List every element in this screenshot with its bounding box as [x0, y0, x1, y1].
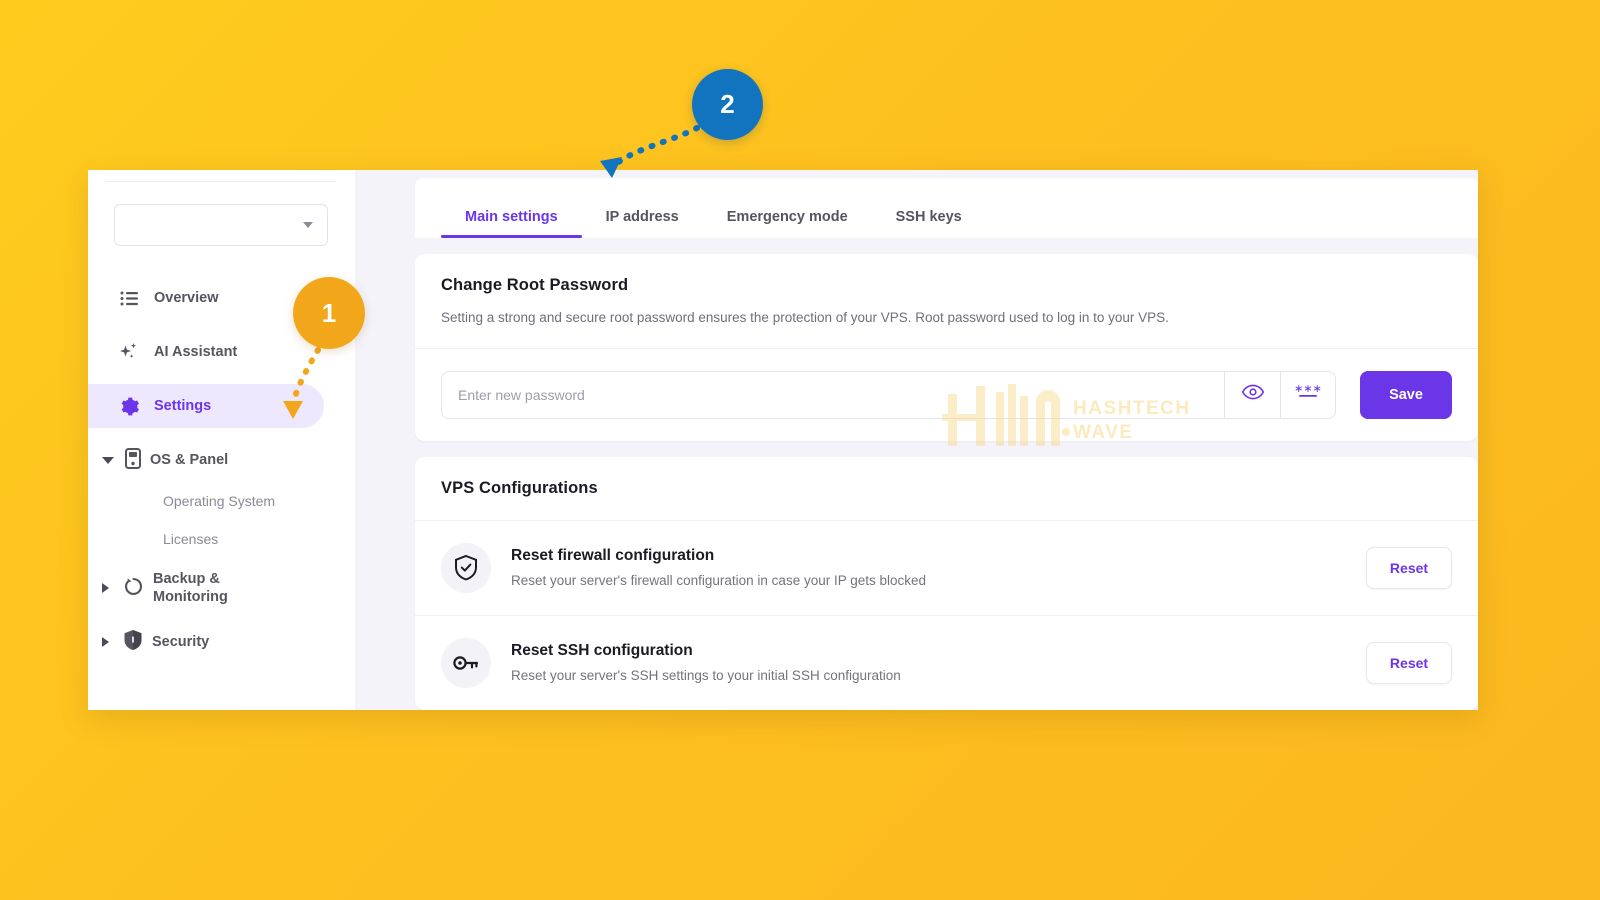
annotation-marker-1: 1: [293, 277, 365, 349]
generate-password-button[interactable]: ∗∗∗: [1280, 370, 1336, 419]
sidebar-item-label: Overview: [154, 290, 219, 306]
config-title: Reset firewall configuration: [511, 547, 715, 565]
password-row: ∗∗∗ Save: [415, 349, 1478, 441]
tab-label: Emergency mode: [726, 209, 848, 225]
tab-label: IP address: [605, 209, 679, 225]
server-select[interactable]: [114, 204, 328, 246]
key-icon: [441, 637, 491, 688]
annotation-marker-label: 2: [720, 89, 735, 119]
tab-main-settings[interactable]: Main settings: [441, 209, 582, 238]
tab-ip-address[interactable]: IP address: [582, 209, 703, 238]
sidebar: Overview AI Assistant Settings OS & Pane…: [88, 170, 355, 710]
reset-firewall-button[interactable]: Reset: [1366, 546, 1452, 589]
card-title: Change Root Password: [441, 276, 629, 294]
server-icon: [125, 447, 141, 473]
tab-bar: Main settings IP address Emergency mode …: [415, 178, 1478, 238]
chevron-down-icon: [102, 456, 114, 464]
password-input-wrapper: [441, 370, 1224, 419]
sidebar-group-os-panel[interactable]: OS & Panel: [88, 438, 354, 482]
chevron-right-icon: [102, 583, 112, 593]
shield-check-icon: [441, 542, 491, 593]
config-description: Reset your server's firewall configurati…: [511, 573, 927, 589]
tab-label: SSH keys: [895, 209, 962, 225]
sparkle-icon: [118, 341, 140, 363]
sidebar-group-backup-monitoring[interactable]: Backup & Monitoring: [88, 566, 354, 610]
refresh-icon: [123, 576, 144, 601]
change-root-password-card: Change Root Password Setting a strong an…: [415, 254, 1478, 441]
sidebar-group-label: Backup & Monitoring: [153, 570, 228, 605]
sidebar-subitem-label: Licenses: [163, 531, 219, 547]
chevron-down-icon: [303, 222, 313, 228]
toggle-password-visibility-button[interactable]: [1224, 370, 1280, 419]
config-title: Reset SSH configuration: [511, 642, 693, 660]
config-row-ssh: Reset SSH configuration Reset your serve…: [415, 616, 1478, 710]
list-icon: [118, 287, 140, 309]
config-row-firewall: Reset firewall configuration Reset your …: [415, 521, 1478, 615]
sidebar-item-settings[interactable]: Settings: [88, 384, 324, 428]
password-input[interactable]: [458, 386, 1208, 403]
sidebar-item-label: AI Assistant: [154, 344, 238, 360]
eye-icon: [1241, 384, 1264, 405]
sidebar-item-label: Settings: [154, 398, 212, 414]
chevron-right-icon: [102, 637, 112, 647]
tab-ssh-keys[interactable]: SSH keys: [872, 209, 986, 238]
annotation-arrow-2-line: [611, 125, 700, 169]
main-content: Main settings IP address Emergency mode …: [355, 170, 1478, 710]
reset-ssh-button[interactable]: Reset: [1366, 641, 1452, 684]
sidebar-subitem-label: Operating System: [163, 493, 276, 509]
tab-emergency-mode[interactable]: Emergency mode: [703, 209, 872, 238]
sidebar-group-label: OS & Panel: [150, 451, 229, 468]
sidebar-subitem-operating-system[interactable]: Operating System: [88, 482, 354, 520]
save-button[interactable]: Save: [1360, 370, 1452, 419]
gear-icon: [118, 395, 140, 417]
card-description: Setting a strong and secure root passwor…: [441, 310, 1169, 325]
annotation-marker-label: 1: [321, 297, 337, 328]
sidebar-group-label: Security: [152, 633, 210, 650]
card-title: VPS Configurations: [441, 478, 598, 497]
shield-icon: [123, 629, 143, 655]
app-window: Overview AI Assistant Settings OS & Pane…: [88, 170, 1478, 710]
vps-configurations-card: VPS Configurations Reset firewall config…: [415, 456, 1478, 710]
sidebar-subitem-licenses[interactable]: Licenses: [88, 520, 354, 558]
sidebar-divider: [106, 181, 336, 182]
annotation-marker-2: 2: [692, 69, 763, 140]
generate-password-icon: ∗∗∗: [1294, 382, 1322, 406]
svg-text:∗∗∗: ∗∗∗: [1295, 383, 1321, 395]
config-description: Reset your server's SSH settings to your…: [511, 668, 901, 684]
sidebar-group-security[interactable]: Security: [88, 620, 354, 664]
tab-label: Main settings: [465, 209, 558, 225]
